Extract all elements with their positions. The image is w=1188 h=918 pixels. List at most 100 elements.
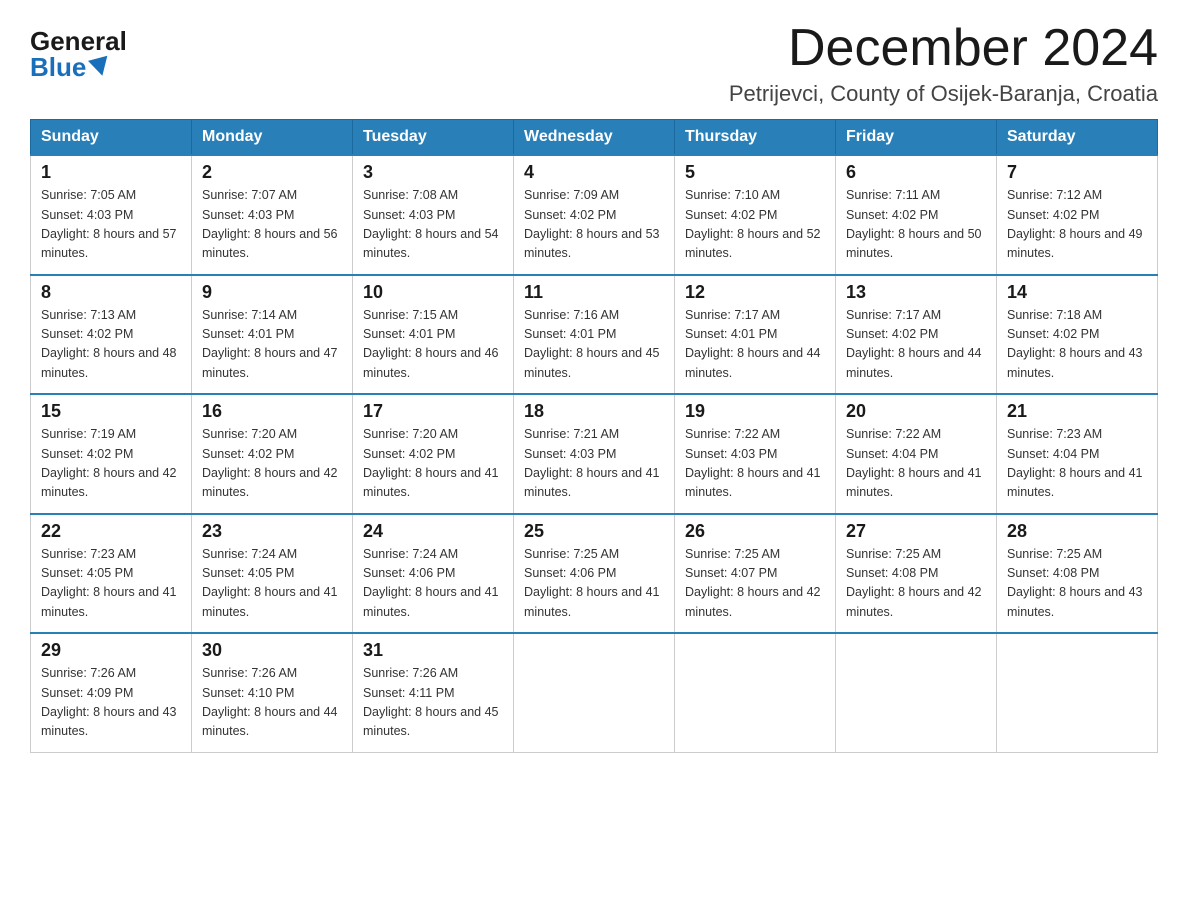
day-number: 14 bbox=[1007, 282, 1147, 303]
day-info: Sunrise: 7:08 AM Sunset: 4:03 PM Dayligh… bbox=[363, 186, 503, 264]
location-subtitle: Petrijevci, County of Osijek-Baranja, Cr… bbox=[729, 81, 1158, 107]
table-row bbox=[997, 633, 1158, 752]
day-number: 17 bbox=[363, 401, 503, 422]
logo-triangle-icon bbox=[88, 56, 112, 79]
day-number: 12 bbox=[685, 282, 825, 303]
day-number: 22 bbox=[41, 521, 181, 542]
calendar-week-row: 8 Sunrise: 7:13 AM Sunset: 4:02 PM Dayli… bbox=[31, 275, 1158, 395]
day-number: 28 bbox=[1007, 521, 1147, 542]
day-number: 24 bbox=[363, 521, 503, 542]
logo-general-text: General bbox=[30, 28, 127, 54]
day-number: 6 bbox=[846, 162, 986, 183]
table-row: 15 Sunrise: 7:19 AM Sunset: 4:02 PM Dayl… bbox=[31, 394, 192, 514]
table-row: 20 Sunrise: 7:22 AM Sunset: 4:04 PM Dayl… bbox=[836, 394, 997, 514]
table-row: 23 Sunrise: 7:24 AM Sunset: 4:05 PM Dayl… bbox=[192, 514, 353, 634]
table-row: 1 Sunrise: 7:05 AM Sunset: 4:03 PM Dayli… bbox=[31, 155, 192, 275]
table-row: 3 Sunrise: 7:08 AM Sunset: 4:03 PM Dayli… bbox=[353, 155, 514, 275]
day-info: Sunrise: 7:24 AM Sunset: 4:05 PM Dayligh… bbox=[202, 545, 342, 623]
table-row: 5 Sunrise: 7:10 AM Sunset: 4:02 PM Dayli… bbox=[675, 155, 836, 275]
header-tuesday: Tuesday bbox=[353, 120, 514, 156]
day-number: 1 bbox=[41, 162, 181, 183]
calendar-week-row: 22 Sunrise: 7:23 AM Sunset: 4:05 PM Dayl… bbox=[31, 514, 1158, 634]
table-row: 2 Sunrise: 7:07 AM Sunset: 4:03 PM Dayli… bbox=[192, 155, 353, 275]
day-info: Sunrise: 7:15 AM Sunset: 4:01 PM Dayligh… bbox=[363, 306, 503, 384]
table-row: 9 Sunrise: 7:14 AM Sunset: 4:01 PM Dayli… bbox=[192, 275, 353, 395]
day-number: 5 bbox=[685, 162, 825, 183]
day-info: Sunrise: 7:22 AM Sunset: 4:03 PM Dayligh… bbox=[685, 425, 825, 503]
day-info: Sunrise: 7:05 AM Sunset: 4:03 PM Dayligh… bbox=[41, 186, 181, 264]
day-number: 9 bbox=[202, 282, 342, 303]
day-number: 18 bbox=[524, 401, 664, 422]
day-info: Sunrise: 7:24 AM Sunset: 4:06 PM Dayligh… bbox=[363, 545, 503, 623]
day-number: 3 bbox=[363, 162, 503, 183]
table-row: 12 Sunrise: 7:17 AM Sunset: 4:01 PM Dayl… bbox=[675, 275, 836, 395]
header-row: Sunday Monday Tuesday Wednesday Thursday… bbox=[31, 120, 1158, 156]
header-thursday: Thursday bbox=[675, 120, 836, 156]
day-number: 8 bbox=[41, 282, 181, 303]
table-row bbox=[675, 633, 836, 752]
table-row bbox=[836, 633, 997, 752]
table-row: 6 Sunrise: 7:11 AM Sunset: 4:02 PM Dayli… bbox=[836, 155, 997, 275]
day-number: 31 bbox=[363, 640, 503, 661]
table-row: 28 Sunrise: 7:25 AM Sunset: 4:08 PM Dayl… bbox=[997, 514, 1158, 634]
day-info: Sunrise: 7:19 AM Sunset: 4:02 PM Dayligh… bbox=[41, 425, 181, 503]
table-row: 21 Sunrise: 7:23 AM Sunset: 4:04 PM Dayl… bbox=[997, 394, 1158, 514]
day-info: Sunrise: 7:20 AM Sunset: 4:02 PM Dayligh… bbox=[202, 425, 342, 503]
day-info: Sunrise: 7:11 AM Sunset: 4:02 PM Dayligh… bbox=[846, 186, 986, 264]
day-number: 30 bbox=[202, 640, 342, 661]
table-row: 7 Sunrise: 7:12 AM Sunset: 4:02 PM Dayli… bbox=[997, 155, 1158, 275]
day-number: 15 bbox=[41, 401, 181, 422]
table-row: 18 Sunrise: 7:21 AM Sunset: 4:03 PM Dayl… bbox=[514, 394, 675, 514]
day-info: Sunrise: 7:18 AM Sunset: 4:02 PM Dayligh… bbox=[1007, 306, 1147, 384]
day-info: Sunrise: 7:26 AM Sunset: 4:11 PM Dayligh… bbox=[363, 664, 503, 742]
page-header: General Blue December 2024 Petrijevci, C… bbox=[30, 20, 1158, 107]
table-row: 25 Sunrise: 7:25 AM Sunset: 4:06 PM Dayl… bbox=[514, 514, 675, 634]
day-info: Sunrise: 7:16 AM Sunset: 4:01 PM Dayligh… bbox=[524, 306, 664, 384]
day-info: Sunrise: 7:26 AM Sunset: 4:09 PM Dayligh… bbox=[41, 664, 181, 742]
day-number: 27 bbox=[846, 521, 986, 542]
day-number: 20 bbox=[846, 401, 986, 422]
table-row: 26 Sunrise: 7:25 AM Sunset: 4:07 PM Dayl… bbox=[675, 514, 836, 634]
day-number: 4 bbox=[524, 162, 664, 183]
logo-blue-text: Blue bbox=[30, 54, 110, 80]
table-row: 14 Sunrise: 7:18 AM Sunset: 4:02 PM Dayl… bbox=[997, 275, 1158, 395]
day-info: Sunrise: 7:25 AM Sunset: 4:08 PM Dayligh… bbox=[1007, 545, 1147, 623]
day-info: Sunrise: 7:09 AM Sunset: 4:02 PM Dayligh… bbox=[524, 186, 664, 264]
day-info: Sunrise: 7:23 AM Sunset: 4:04 PM Dayligh… bbox=[1007, 425, 1147, 503]
day-number: 13 bbox=[846, 282, 986, 303]
day-number: 25 bbox=[524, 521, 664, 542]
day-number: 21 bbox=[1007, 401, 1147, 422]
day-info: Sunrise: 7:25 AM Sunset: 4:08 PM Dayligh… bbox=[846, 545, 986, 623]
table-row: 16 Sunrise: 7:20 AM Sunset: 4:02 PM Dayl… bbox=[192, 394, 353, 514]
day-info: Sunrise: 7:17 AM Sunset: 4:01 PM Dayligh… bbox=[685, 306, 825, 384]
table-row: 8 Sunrise: 7:13 AM Sunset: 4:02 PM Dayli… bbox=[31, 275, 192, 395]
day-number: 29 bbox=[41, 640, 181, 661]
table-row: 4 Sunrise: 7:09 AM Sunset: 4:02 PM Dayli… bbox=[514, 155, 675, 275]
day-number: 11 bbox=[524, 282, 664, 303]
table-row: 27 Sunrise: 7:25 AM Sunset: 4:08 PM Dayl… bbox=[836, 514, 997, 634]
table-row: 29 Sunrise: 7:26 AM Sunset: 4:09 PM Dayl… bbox=[31, 633, 192, 752]
header-monday: Monday bbox=[192, 120, 353, 156]
title-block: December 2024 Petrijevci, County of Osij… bbox=[729, 20, 1158, 107]
header-wednesday: Wednesday bbox=[514, 120, 675, 156]
day-number: 26 bbox=[685, 521, 825, 542]
day-number: 19 bbox=[685, 401, 825, 422]
table-row: 22 Sunrise: 7:23 AM Sunset: 4:05 PM Dayl… bbox=[31, 514, 192, 634]
table-row: 11 Sunrise: 7:16 AM Sunset: 4:01 PM Dayl… bbox=[514, 275, 675, 395]
day-info: Sunrise: 7:17 AM Sunset: 4:02 PM Dayligh… bbox=[846, 306, 986, 384]
day-info: Sunrise: 7:20 AM Sunset: 4:02 PM Dayligh… bbox=[363, 425, 503, 503]
day-info: Sunrise: 7:22 AM Sunset: 4:04 PM Dayligh… bbox=[846, 425, 986, 503]
day-info: Sunrise: 7:14 AM Sunset: 4:01 PM Dayligh… bbox=[202, 306, 342, 384]
logo: General Blue bbox=[30, 20, 127, 80]
day-number: 7 bbox=[1007, 162, 1147, 183]
table-row bbox=[514, 633, 675, 752]
table-row: 24 Sunrise: 7:24 AM Sunset: 4:06 PM Dayl… bbox=[353, 514, 514, 634]
header-sunday: Sunday bbox=[31, 120, 192, 156]
day-info: Sunrise: 7:25 AM Sunset: 4:06 PM Dayligh… bbox=[524, 545, 664, 623]
day-info: Sunrise: 7:10 AM Sunset: 4:02 PM Dayligh… bbox=[685, 186, 825, 264]
table-row: 31 Sunrise: 7:26 AM Sunset: 4:11 PM Dayl… bbox=[353, 633, 514, 752]
day-number: 2 bbox=[202, 162, 342, 183]
day-info: Sunrise: 7:21 AM Sunset: 4:03 PM Dayligh… bbox=[524, 425, 664, 503]
table-row: 19 Sunrise: 7:22 AM Sunset: 4:03 PM Dayl… bbox=[675, 394, 836, 514]
day-number: 10 bbox=[363, 282, 503, 303]
